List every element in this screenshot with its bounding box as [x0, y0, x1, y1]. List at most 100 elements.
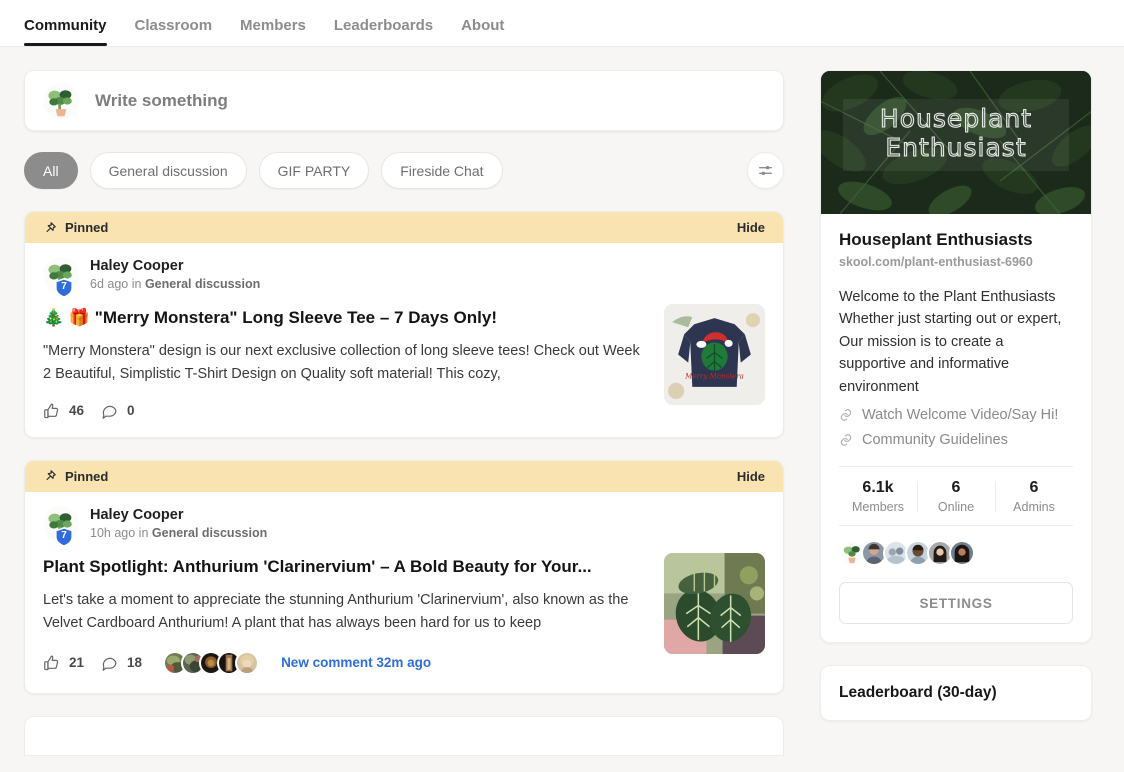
anthurium-image — [664, 552, 765, 654]
like-button[interactable]: 46 — [43, 402, 84, 419]
post-header: 7 Haley Cooper 10h ago in General discus… — [43, 505, 765, 547]
stat-value: 6.1k — [862, 479, 894, 497]
link-community-guidelines[interactable]: Community Guidelines — [839, 432, 1073, 448]
settings-button[interactable]: SETTINGS — [839, 582, 1073, 625]
community-name: Houseplant Enthusiasts — [839, 230, 1033, 249]
post-composer[interactable]: Write something — [24, 70, 784, 131]
pinned-banner: Pinned Hide — [25, 212, 783, 243]
chip-gif-party[interactable]: GIF PARTY — [258, 152, 370, 189]
post-title[interactable]: Plant Spotlight: Anthurium 'Clarinervium… — [43, 556, 643, 578]
chip-fireside-chat[interactable]: Fireside Chat — [381, 152, 503, 189]
stat-value: 6 — [951, 479, 961, 497]
thumbs-up-icon — [44, 655, 59, 671]
in-word: in — [131, 277, 142, 292]
svg-text:Merry Monstera: Merry Monstera — [684, 372, 744, 381]
stat-online: 6 Online — [917, 479, 995, 514]
stat-members: 6.1k Members — [839, 479, 917, 514]
post-excerpt: "Merry Monstera" design is our next excl… — [43, 343, 640, 382]
post-card[interactable]: Pinned Hide — [24, 459, 784, 694]
feed-column: Write something All General discussion G… — [24, 70, 784, 756]
pinned-banner: Pinned Hide — [25, 460, 783, 492]
community-banner: Houseplant Enthusiast — [821, 71, 1091, 214]
stat-label: Members — [851, 500, 905, 515]
chip-general-discussion[interactable]: General discussion — [89, 152, 247, 189]
community-info: Houseplant Enthusiasts skool.com/plant-e… — [821, 214, 1091, 642]
post-category[interactable]: General discussion — [145, 277, 260, 291]
comment-button[interactable]: 0 — [101, 402, 135, 419]
link-icon — [840, 434, 852, 447]
author-avatar-wrap: 7 — [43, 505, 79, 547]
post-time: 6d ago — [90, 277, 129, 292]
next-post-card-partial[interactable] — [24, 715, 784, 756]
post-category[interactable]: General discussion — [152, 526, 267, 540]
avatar[interactable] — [949, 540, 975, 567]
post-meta: 10h ago in General discussion — [90, 526, 267, 540]
pinned-label: Pinned — [65, 468, 109, 484]
filter-settings-button[interactable] — [747, 152, 784, 189]
like-count: 46 — [69, 402, 85, 418]
pin-icon — [46, 221, 56, 232]
link-icon — [840, 409, 852, 422]
comment-icon — [102, 658, 117, 672]
pinned-label: Pinned — [65, 220, 109, 235]
community-card: Houseplant Enthusiast Houseplant Enthusi… — [820, 70, 1092, 644]
community-stats: 6.1k Members 6 Online 6 Admins — [839, 466, 1073, 527]
tee-image: Merry Monstera — [664, 304, 765, 405]
pinned-left: Pinned — [43, 220, 108, 235]
post-title[interactable]: 🎄 🎁 "Merry Monstera" Long Sleeve Tee – 7… — [43, 307, 643, 329]
hide-button[interactable]: Hide — [737, 220, 765, 235]
sidebar-column: Houseplant Enthusiast Houseplant Enthusi… — [820, 70, 1092, 756]
author-name[interactable]: Haley Cooper — [90, 257, 260, 275]
main-navigation: Community Classroom Members Leaderboards… — [0, 0, 1124, 47]
pinned-left: Pinned — [43, 469, 108, 484]
user-avatar — [43, 82, 79, 119]
chip-all[interactable]: All — [24, 152, 78, 189]
sliders-icon — [759, 165, 772, 176]
post-meta: 6d ago in General discussion — [90, 277, 260, 291]
comment-count: 0 — [127, 402, 135, 418]
like-count: 21 — [69, 655, 85, 671]
in-word: in — [138, 526, 149, 541]
member-avatars — [839, 540, 1073, 567]
pin-icon — [46, 470, 56, 481]
tab-about[interactable]: About — [447, 18, 518, 46]
link-welcome-video[interactable]: Watch Welcome Video/Say Hi! — [839, 407, 1073, 423]
stat-label: Admins — [1013, 500, 1055, 515]
commenter-avatars — [163, 650, 260, 675]
comment-icon — [102, 405, 117, 419]
tab-members[interactable]: Members — [226, 18, 320, 46]
filter-chips: All General discussion GIF PARTY Firesid… — [24, 152, 784, 189]
community-description: Welcome to the Plant Enthusiasts Whether… — [839, 289, 1062, 395]
post-body: 7 Haley Cooper 6d ago in General discuss… — [25, 243, 783, 405]
level-badge: 7 — [55, 527, 73, 547]
new-comment-link[interactable]: New comment 32m ago — [281, 655, 431, 670]
thumbs-up-icon — [44, 403, 59, 419]
stat-value: 6 — [1029, 479, 1039, 497]
post-card[interactable]: Pinned Hide — [24, 211, 784, 438]
tab-community[interactable]: Community — [24, 18, 121, 46]
leaderboard-card: Leaderboard (30-day) — [820, 665, 1092, 722]
like-button[interactable]: 21 — [43, 654, 84, 671]
hide-button[interactable]: Hide — [737, 469, 765, 484]
post-thumbnail[interactable]: Merry Monstera — [664, 304, 765, 405]
tab-leaderboards[interactable]: Leaderboards — [320, 18, 447, 46]
post-header: 7 Haley Cooper 6d ago in General discuss… — [43, 257, 765, 298]
avatar[interactable] — [235, 650, 260, 675]
author-name[interactable]: Haley Cooper — [90, 506, 267, 524]
banner-title-line-2: Enthusiast — [885, 132, 1027, 162]
level-badge: 7 — [55, 278, 73, 298]
community-url[interactable]: skool.com/plant-enthusiast-6960 — [839, 255, 1073, 269]
stat-admins: 6 Admins — [995, 479, 1073, 514]
post-excerpt: Let's take a moment to appreciate the st… — [43, 592, 629, 631]
banner-title-plate: Houseplant Enthusiast — [843, 99, 1069, 171]
tab-classroom[interactable]: Classroom — [121, 18, 227, 46]
comment-count: 18 — [127, 655, 143, 671]
link-label: Community Guidelines — [862, 432, 1008, 449]
link-label: Watch Welcome Video/Say Hi! — [862, 407, 1059, 424]
comment-button[interactable]: 18 — [101, 654, 143, 672]
author-meta: Haley Cooper 6d ago in General discussio… — [90, 257, 260, 291]
leaderboard-title: Leaderboard (30-day) — [839, 684, 997, 702]
post-thumbnail[interactable] — [664, 552, 765, 654]
stat-label: Online — [937, 500, 975, 515]
author-meta: Haley Cooper 10h ago in General discussi… — [90, 506, 267, 540]
